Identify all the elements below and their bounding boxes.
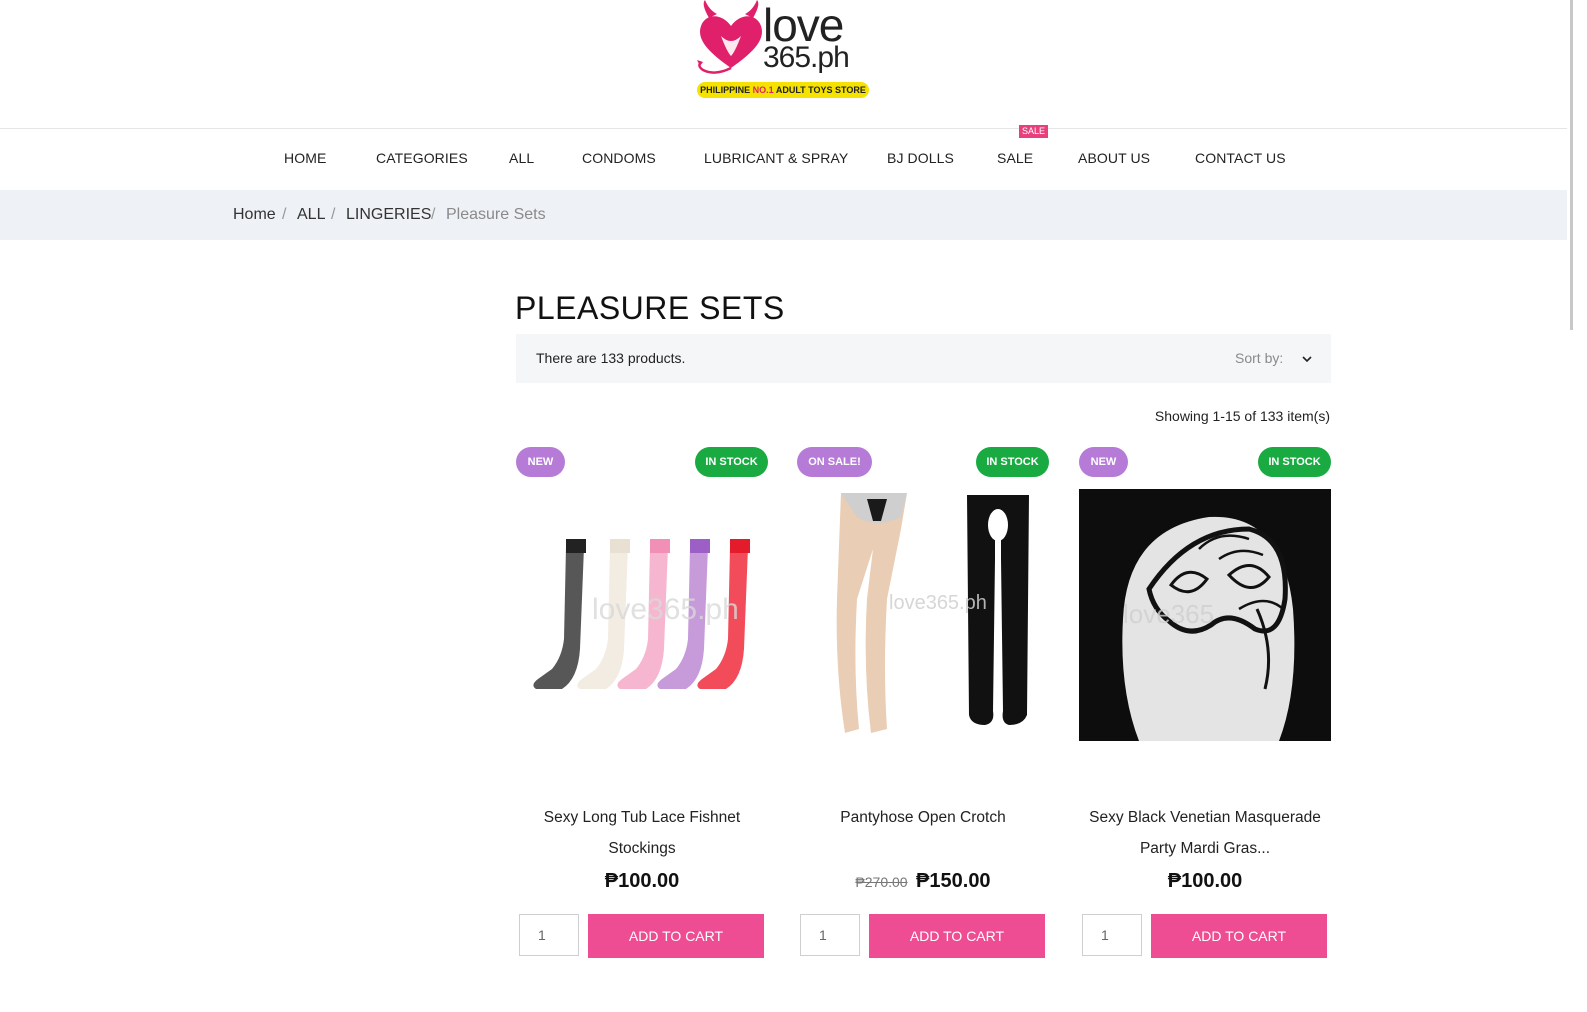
new-badge: NEW [1079,447,1128,477]
product-price: ₱100.00 [1167,870,1243,892]
nav-sale[interactable]: SALE [997,150,1033,166]
watermark: love365.ph [889,592,987,614]
product-name-line1[interactable]: Sexy Black Venetian Masquerade [1079,802,1331,833]
page-scrollbar[interactable] [1567,0,1587,1012]
product-price: ₱100.00 [604,870,680,892]
add-to-cart-button[interactable]: ADD TO CART [1151,914,1327,958]
old-price: ₱270.00 [855,874,908,890]
product-name[interactable]: Sexy Black Venetian Masquerade Party Mar… [1079,802,1331,864]
breadcrumb-separator: / [431,206,436,223]
main-nav: HOME CATEGORIES ALL CONDOMS LUBRICANT & … [0,125,1567,191]
new-badge: NEW [516,447,565,477]
watermark: love365 [1123,599,1214,629]
breadcrumb-home[interactable]: Home [233,206,276,224]
in-stock-badge: IN STOCK [976,447,1049,477]
nav-bj-dolls[interactable]: BJ DOLLS [887,150,954,166]
nav-condoms[interactable]: CONDOMS [582,150,656,166]
in-stock-badge: IN STOCK [1258,447,1331,477]
price-row: ₱100.00 [1079,870,1331,893]
product-name[interactable]: Pantyhose Open Crotch [797,802,1049,833]
site-logo[interactable]: love 365.ph PHILIPPINE NO.1 ADULT TOYS S… [695,0,871,100]
sale-badge: SALE [1019,125,1049,138]
breadcrumb-separator: / [331,206,336,223]
nav-home[interactable]: HOME [284,150,326,166]
product-image[interactable]: love365 [1079,489,1331,741]
product-name-line2[interactable]: Party Mardi Gras... [1079,833,1331,864]
price-row: ₱100.00 [516,870,768,893]
price-row: ₱270.00 ₱150.00 [797,870,1049,893]
devil-heart-icon [697,0,762,74]
sort-by-dropdown[interactable]: Sort by: [1235,350,1283,366]
product-name[interactable]: Sexy Long Tub Lace Fishnet Stockings [516,802,768,864]
nav-lubricant-spray[interactable]: LUBRICANT & SPRAY [704,150,848,166]
nav-all[interactable]: ALL [509,150,534,166]
add-to-cart-button[interactable]: ADD TO CART [869,914,1045,958]
product-card: ON SALE! IN STOCK love365.ph Pantyhose O… [797,446,1049,976]
quantity-input[interactable]: 1 [519,914,579,956]
logo-tagline: PHILIPPINE NO.1 ADULT TOYS STORE [697,82,869,98]
nav-contact-us[interactable]: CONTACT US [1195,150,1286,166]
breadcrumb: Home / ALL / LINGERIES / Pleasure Sets [0,190,1567,240]
product-image[interactable]: love365.ph [797,489,1049,741]
site-header: love 365.ph PHILIPPINE NO.1 ADULT TOYS S… [0,0,1567,128]
product-name-line2[interactable]: Stockings [516,833,768,864]
watermark: love365.ph [592,593,739,626]
showing-count: Showing 1-15 of 133 item(s) [1154,408,1330,424]
product-name-line1[interactable]: Pantyhose Open Crotch [797,802,1049,833]
add-to-cart-button[interactable]: ADD TO CART [588,914,764,958]
breadcrumb-current: Pleasure Sets [446,206,546,223]
product-image[interactable]: love365.ph [516,489,768,741]
logo-domain: 365.ph [763,41,850,74]
on-sale-badge: ON SALE! [797,447,872,477]
product-card: NEW IN STOCK love365.ph Sexy Long Tub La… [516,446,768,976]
scrollbar-thumb[interactable] [1570,0,1573,330]
nav-about-us[interactable]: ABOUT US [1078,150,1150,166]
chevron-down-icon[interactable] [1302,354,1312,364]
quantity-input[interactable]: 1 [800,914,860,956]
tagline-no1: NO.1 [752,85,774,95]
breadcrumb-all[interactable]: ALL [297,206,325,224]
quantity-input[interactable]: 1 [1082,914,1142,956]
page-title: PLEASURE SETS [515,290,785,326]
tagline-pre: PHILIPPINE [700,85,753,95]
nav-categories[interactable]: CATEGORIES [376,150,468,166]
product-card: NEW IN STOCK love365 Sexy Black Venetian… [1079,446,1331,976]
in-stock-badge: IN STOCK [695,447,768,477]
product-name-line1[interactable]: Sexy Long Tub Lace Fishnet [516,802,768,833]
products-toolbar: There are 133 products. Sort by: [516,334,1331,383]
product-count: There are 133 products. [536,350,686,366]
breadcrumb-separator: / [282,206,287,223]
product-price: ₱150.00 [916,870,991,892]
tagline-post: ADULT TOYS STORE [773,85,866,95]
breadcrumb-lingeries[interactable]: LINGERIES [346,206,431,224]
